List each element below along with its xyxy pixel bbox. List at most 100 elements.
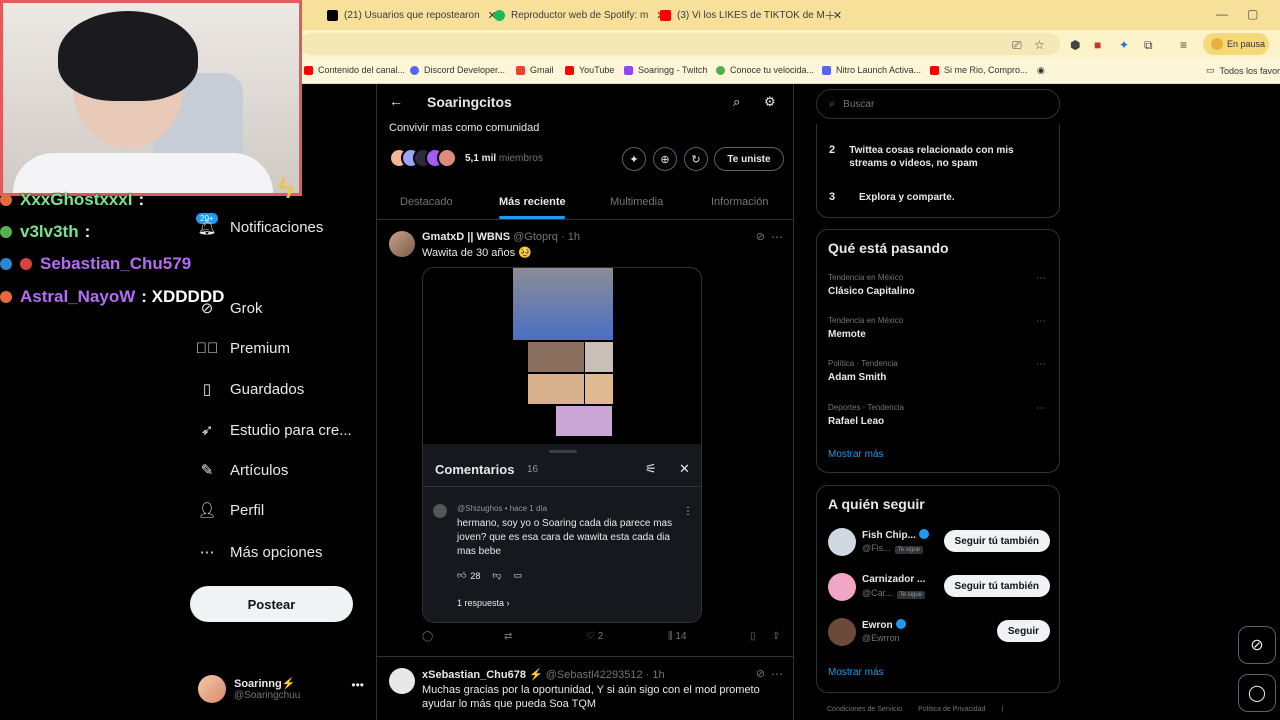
footer-link[interactable]: Condiciones de Servicio (827, 706, 902, 713)
more-icon[interactable]: ⋯ (771, 667, 783, 681)
bookmark-item[interactable]: Si me Rio, Compro... (930, 65, 1028, 75)
media-control-icon[interactable]: ≡ (1180, 38, 1187, 52)
post-author[interactable]: GmatxD || WBNS @Gtoprq · 1h (422, 231, 580, 243)
bookmark-item[interactable]: Contenido del canal... (304, 65, 405, 75)
comment-user[interactable]: @Shizughos • hace 1 día (457, 504, 547, 513)
nav-articles[interactable]: ✎ Artículos (198, 456, 289, 484)
repost-icon[interactable]: ⇄ (504, 631, 512, 642)
bookmark-item[interactable]: Discord Developer... (410, 65, 505, 75)
search-input[interactable]: ⌕ Buscar (816, 89, 1060, 119)
nav-bookmarks[interactable]: ▯ Guardados (198, 375, 304, 403)
follow-suggestion[interactable]: Fish Chip... @Fis... Te sigue Seguir tú t… (828, 528, 1050, 558)
follow-back-button[interactable]: Seguir tú también (943, 530, 1050, 552)
show-more-link[interactable]: Mostrar más (828, 667, 884, 678)
nav-profile[interactable]: 👤︎ Perfil (197, 496, 264, 524)
follow-back-button[interactable]: Seguir tú también (943, 575, 1050, 597)
browser-tab[interactable]: (21) Usuarios que repostearon ✕ (327, 4, 497, 26)
trend-item[interactable]: Tendencia en México Memote ⋯ (828, 316, 1050, 340)
profile-paused-button[interactable]: En pausa (1203, 33, 1269, 55)
nav-more-options[interactable]: ⋯ Más opciones (198, 538, 323, 566)
avatar[interactable] (433, 504, 447, 518)
maximize-icon[interactable]: ▢ (1247, 7, 1258, 21)
follow-button[interactable]: Seguir (996, 620, 1050, 642)
drag-handle[interactable] (549, 450, 577, 453)
post[interactable]: GmatxD || WBNS @Gtoprq · 1h ⊘ ⋯ Wawita d… (377, 221, 793, 657)
avatar[interactable] (828, 573, 856, 601)
thumbs-down-icon[interactable]: 👎︎ (492, 570, 501, 581)
grok-icon[interactable]: ⊘ (756, 667, 765, 680)
show-more-link[interactable]: Mostrar más (828, 449, 884, 460)
more-icon[interactable]: ⋯ (1036, 403, 1046, 414)
bookmark-icon[interactable]: ▯ (750, 631, 756, 642)
extension-icon[interactable]: ■ (1094, 38, 1101, 52)
follow-suggestion[interactable]: Carnizador ... @Car... Te sigue Seguir tú… (828, 573, 1050, 603)
bookmark-item[interactable]: Conoce tu velocida... (716, 65, 814, 75)
bookmarks-folder[interactable]: ▭ Todos los favori (1206, 65, 1280, 76)
back-arrow-icon[interactable]: ← (389, 93, 403, 109)
close-icon[interactable]: ✕ (679, 461, 690, 477)
more-icon[interactable]: ⋯ (1036, 273, 1046, 284)
nav-premium[interactable]: ✓⃝ Premium (196, 334, 290, 362)
tab-title: (21) Usuarios que repostearon (344, 9, 480, 21)
more-icon[interactable]: ⋮ (683, 506, 693, 517)
bookmark-item[interactable]: Soaringg - Twitch (624, 65, 707, 75)
reply-icon[interactable]: ▭ (514, 570, 523, 581)
tab-info[interactable]: Información (711, 196, 768, 208)
avatar[interactable] (828, 618, 856, 646)
install-icon[interactable]: ⎚ (1012, 38, 1022, 53)
nav-creator-studio[interactable]: ➶ Estudio para cre... (198, 416, 352, 444)
post-author[interactable]: xSebastian_Chu678 ⚡ @Sebastl42293512 · 1… (422, 668, 665, 681)
more-icon[interactable]: ⋯ (771, 230, 783, 244)
bookmark-item[interactable]: YouTube (565, 65, 614, 75)
grok-fab-icon[interactable]: ⊘ (1238, 626, 1276, 664)
tab-featured[interactable]: Destacado (400, 196, 453, 208)
browser-tab[interactable]: (3) Vi los LIKES de TIKTOK de M ✕ (660, 4, 842, 26)
url-field[interactable] (300, 33, 1060, 55)
view-replies-link[interactable]: 1 respuesta › (457, 598, 510, 608)
trend-item[interactable]: Deportes · Tendencia Rafael Leao ⋯ (828, 403, 1050, 427)
share-icon[interactable]: ⇪ (772, 631, 780, 642)
thumbs-up-icon[interactable]: 👍︎ (457, 570, 466, 581)
messages-fab-icon[interactable]: ◯ (1238, 674, 1276, 712)
puzzle-icon[interactable]: ⧉ (1144, 38, 1153, 53)
more-icon[interactable]: ••• (351, 678, 364, 692)
stream-chat-message: Sebastian_Chu579 (0, 254, 197, 274)
reply-icon[interactable]: ◯ (422, 631, 433, 642)
avatar[interactable] (828, 528, 856, 556)
tab-latest[interactable]: Más reciente (499, 196, 566, 208)
globe-icon[interactable]: ◉ (1037, 65, 1045, 76)
sparkle-icon[interactable]: ✦ (622, 147, 646, 171)
bookmark-item[interactable]: Nitro Launch Activa... (822, 65, 921, 75)
extension-icon[interactable]: ⬢ (1070, 38, 1080, 52)
browser-tab[interactable]: Reproductor web de Spotify: m ✕ (494, 4, 666, 26)
nav-notifications[interactable]: 🔔︎ Notificaciones (197, 213, 323, 241)
post-button[interactable]: Postear (190, 586, 353, 622)
extension-icon[interactable]: ✦ (1119, 38, 1129, 52)
footer-link[interactable]: Política de Privacidad (918, 706, 985, 713)
search-icon[interactable]: ⌕ (733, 94, 740, 110)
star-icon[interactable]: ☆ (1034, 38, 1045, 52)
post-video[interactable]: Comentarios 16 ⚟ ✕ @Shizughos • hace 1 d… (422, 267, 702, 623)
follow-suggestion[interactable]: Ewron @Ewrron Seguir (828, 618, 1050, 648)
bookmark-item[interactable]: Gmail (516, 65, 554, 75)
share-icon[interactable]: ↻ (684, 147, 708, 171)
views-button[interactable]: ⫼ 14 (668, 631, 687, 642)
post[interactable]: xSebastian_Chu678 ⚡ @Sebastl42293512 · 1… (377, 658, 793, 720)
joined-button[interactable]: Te uniste (714, 147, 784, 171)
filter-icon[interactable]: ⚟ (645, 461, 657, 477)
minimize-icon[interactable]: — (1216, 7, 1228, 21)
gear-icon[interactable]: ⚙ (764, 94, 776, 110)
more-icon[interactable]: ⋯ (1036, 316, 1046, 327)
avatar[interactable] (389, 231, 415, 257)
more-icon[interactable]: ⋯ (1036, 359, 1046, 370)
grok-icon[interactable]: ⊘ (756, 230, 765, 243)
trend-item[interactable]: Política · Tendencia Adam Smith ⋯ (828, 359, 1050, 383)
like-button[interactable]: ♡ 2 (586, 631, 603, 642)
community-members[interactable]: 5,1 mil miembros (389, 147, 543, 169)
avatar[interactable] (389, 668, 415, 694)
new-tab-icon[interactable]: ＋ (824, 7, 836, 24)
trend-item[interactable]: Tendencia en México Clásico Capitalino ⋯ (828, 273, 1050, 297)
add-member-icon[interactable]: ⊕ (653, 147, 677, 171)
tab-media[interactable]: Multimedia (610, 196, 663, 208)
account-switcher[interactable]: Soarinng⚡ @Soaringchuu ••• (198, 672, 368, 706)
